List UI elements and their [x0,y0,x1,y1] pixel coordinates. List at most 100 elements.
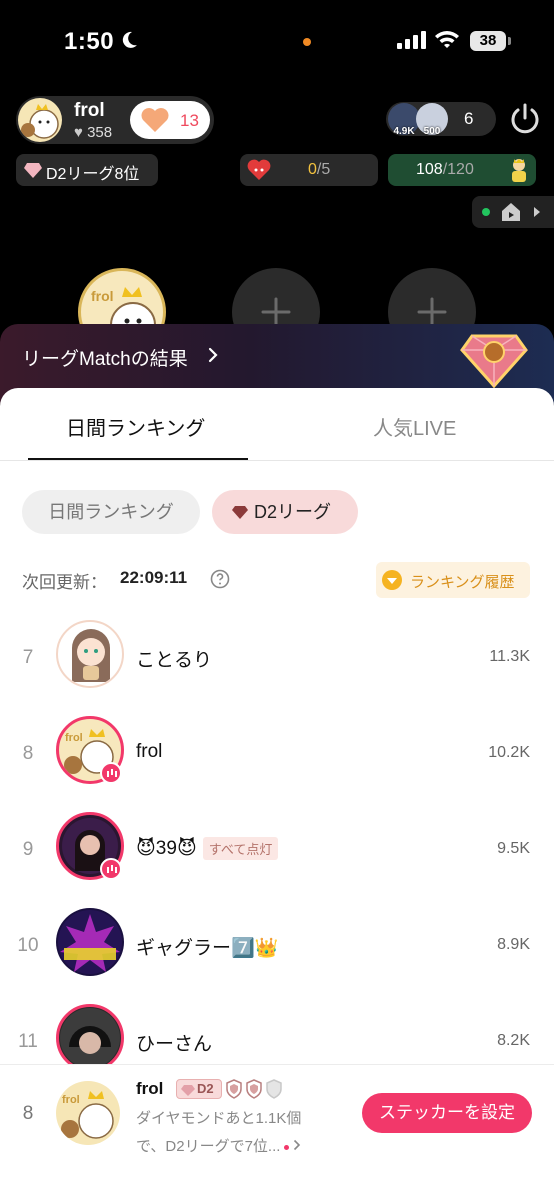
plus-icon [261,297,291,327]
tab-popular-live[interactable]: 人気LIVE [373,412,456,441]
like-button[interactable]: 13 [130,101,210,139]
chance-logo-icon [58,910,122,974]
xp-current: 108 [416,161,443,178]
status-time: 1:50 [64,28,115,55]
ranking-avatar[interactable] [56,908,124,976]
xp-progress: 108/120 [416,161,474,179]
live-indicator [100,762,122,784]
notification-dot [284,1144,290,1150]
viewer-count: 6 [464,109,474,128]
host-avatar[interactable] [18,98,62,142]
all-lit-tag: すべて点灯 [202,837,279,861]
heart-small-icon: ♥ [74,124,83,141]
hamster-avatar-icon [21,104,59,139]
girl-avatar-icon [72,629,110,682]
ranking-rank: 11 [18,1031,38,1052]
shield-icon [266,1079,282,1099]
ranking-name: frol [136,741,163,762]
heart-icon [141,108,169,132]
chip-d2-league[interactable]: D2リーグ [212,490,358,534]
chevron-right-icon [294,1139,301,1151]
ranking-name: ことるり [136,650,213,671]
medal-icon [382,570,402,590]
tab-divider [0,460,554,461]
diamond-icon [24,163,42,178]
ranking-rank: 9 [22,839,34,860]
ranking-rank: 7 [22,647,34,668]
tab-daily-ranking[interactable]: 日間ランキング [66,412,205,441]
xp-pill[interactable]: 108/120 [388,154,536,186]
host-likes: ♥ 358 [74,124,112,141]
ranking-score: 8.2K [497,1032,530,1049]
ranking-rank: 10 [17,935,39,956]
ranking-name: ひーさん [136,1034,213,1055]
ranking-score: 8.9K [497,936,530,953]
set-sticker-button[interactable]: ステッカーを設定 [362,1093,532,1133]
video-home-icon [502,203,520,221]
like-count: 13 [180,111,199,130]
my-avatar[interactable]: frol [56,1081,120,1145]
heart-gift-icon [247,159,271,180]
mission-total: /5 [316,161,331,178]
chip-daily-ranking[interactable]: 日間ランキング [22,490,200,534]
diamond-icon [181,1085,195,1096]
chevron-right-icon [534,207,540,217]
ranking-avatar[interactable] [56,1004,124,1072]
diamond-icon [232,506,248,519]
signal-icon [397,31,426,49]
my-desc-line2: で、D2リーグで7位... [136,1133,356,1161]
live-indicator [100,858,122,880]
ranking-history-button[interactable]: ランキング履歴 [376,562,530,598]
viewer-badge: 500 [423,126,441,137]
svg-text:frol: frol [62,1094,80,1106]
my-league-badge-label: D2 [197,1081,214,1096]
moon-icon [122,31,137,48]
shield-icon [246,1079,262,1099]
my-ranking-bar[interactable]: 8 frol frol D2 ダイヤモンドあと1.1K個 で、D2リーグで7位.… [0,1064,554,1200]
mission-done: 0 [308,161,317,178]
ranking-score: 11.3K [489,648,530,665]
status-green-dot [482,208,490,216]
ranking-name: ギャグラー7️⃣👑 [136,938,279,959]
mission-progress: 0/5 [308,161,330,179]
ranking-avatar[interactable] [56,620,124,688]
ranking-history-label: ランキング履歴 [410,574,515,591]
ranking-row[interactable]: 7 ことるり 11.3K [0,610,554,706]
mission-pill[interactable]: 0/5 [240,154,378,186]
diamond-trophy-icon [460,334,528,389]
ranking-row[interactable]: 9 😈39😈 すべて点灯 9.5K [0,802,554,898]
host-pill[interactable]: frol ♥ 358 13 [16,96,214,144]
viewer-avatar[interactable]: 500 [416,103,448,137]
viewer-pill[interactable]: 4.9K 500 6 [386,102,496,137]
ranking-row[interactable]: 10 ギャグラー7️⃣👑 8.9K [0,898,554,994]
live-bars-icon [107,771,109,777]
plus-icon [417,297,447,327]
league-badge-label: D2リーグ8位 [46,166,140,183]
portrait-avatar-icon [60,1008,120,1068]
live-bars-icon [107,867,109,873]
shield-icon [226,1079,242,1099]
power-icon[interactable] [508,102,542,136]
help-icon[interactable] [210,569,230,589]
ranking-row[interactable]: 8 frol frol 10.2K [0,706,554,802]
my-ranking-description[interactable]: ダイヤモンドあと1.1K個 で、D2リーグで7位... [136,1105,356,1161]
my-rank: 8 [22,1103,34,1124]
my-league-badge: D2 [176,1079,222,1099]
my-desc-line2-text: で、D2リーグで7位... [136,1138,281,1155]
ranking-name: 😈39😈 すべて点灯 [136,837,279,861]
next-update-label: 次回更新： [22,573,107,592]
ranking-rank: 8 [22,743,34,764]
ranking-name-text: 😈39😈 [136,838,197,859]
chip-d2-league-label: D2リーグ [254,502,332,522]
host-likes-count: 358 [87,124,113,141]
status-bar: 1:50 38 [0,0,554,84]
league-badge[interactable]: D2リーグ8位 [16,154,158,186]
hamster-avatar-icon: frol [61,1091,114,1139]
chevron-right-icon [208,347,218,363]
battery-tip [508,37,511,45]
svg-text:frol: frol [65,732,83,744]
xp-total: /120 [442,161,474,178]
character-icon [512,159,526,182]
svg-text:frol: frol [91,288,114,304]
camera-controls[interactable] [472,196,554,228]
